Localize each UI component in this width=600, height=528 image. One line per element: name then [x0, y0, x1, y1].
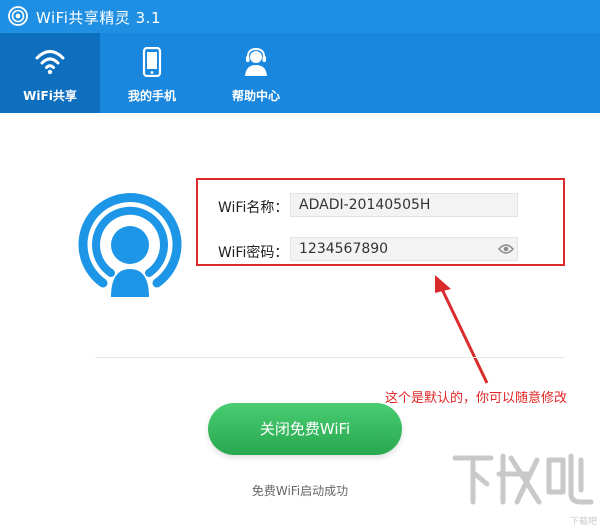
title-bar: WiFi共享精灵 3.1	[0, 0, 600, 33]
close-free-wifi-button[interactable]: 关闭免费WiFi	[208, 403, 402, 455]
support-agent-icon	[245, 47, 267, 76]
site-watermark-logo-icon: 下载吧	[452, 453, 597, 527]
wifi-name-input[interactable]: ADADI-20140505H	[290, 193, 518, 217]
nav-label-help-center: 帮助中心	[231, 89, 280, 103]
watermark-text: 下载吧	[570, 515, 597, 527]
nav-label-wifi-share: WiFi共享	[23, 89, 77, 103]
nav-tab-my-phone[interactable]: 我的手机	[102, 33, 202, 113]
wifi-password-input[interactable]: 1234567890	[290, 237, 518, 261]
wifi-password-label: WiFi密码：	[218, 245, 289, 261]
show-password-eye-icon[interactable]	[498, 243, 514, 255]
nav-tab-wifi-share[interactable]: WiFi共享	[0, 33, 100, 113]
phone-icon	[142, 47, 162, 77]
wifi-sharing-logo-icon	[78, 193, 182, 297]
wifi-name-label: WiFi名称：	[218, 200, 289, 216]
top-navigation: WiFi共享 我的手机 帮助中心	[0, 33, 600, 113]
app-title: WiFi共享精灵 3.1	[36, 9, 161, 27]
annotation-note: 这个是默认的，你可以随意修改	[385, 391, 568, 406]
wifi-icon	[35, 50, 65, 75]
nav-tab-help-center[interactable]: 帮助中心	[204, 33, 308, 113]
nav-label-my-phone: 我的手机	[127, 89, 176, 103]
annotation-arrow-icon	[435, 275, 489, 384]
app-logo-icon	[8, 6, 28, 26]
section-divider	[95, 357, 565, 358]
